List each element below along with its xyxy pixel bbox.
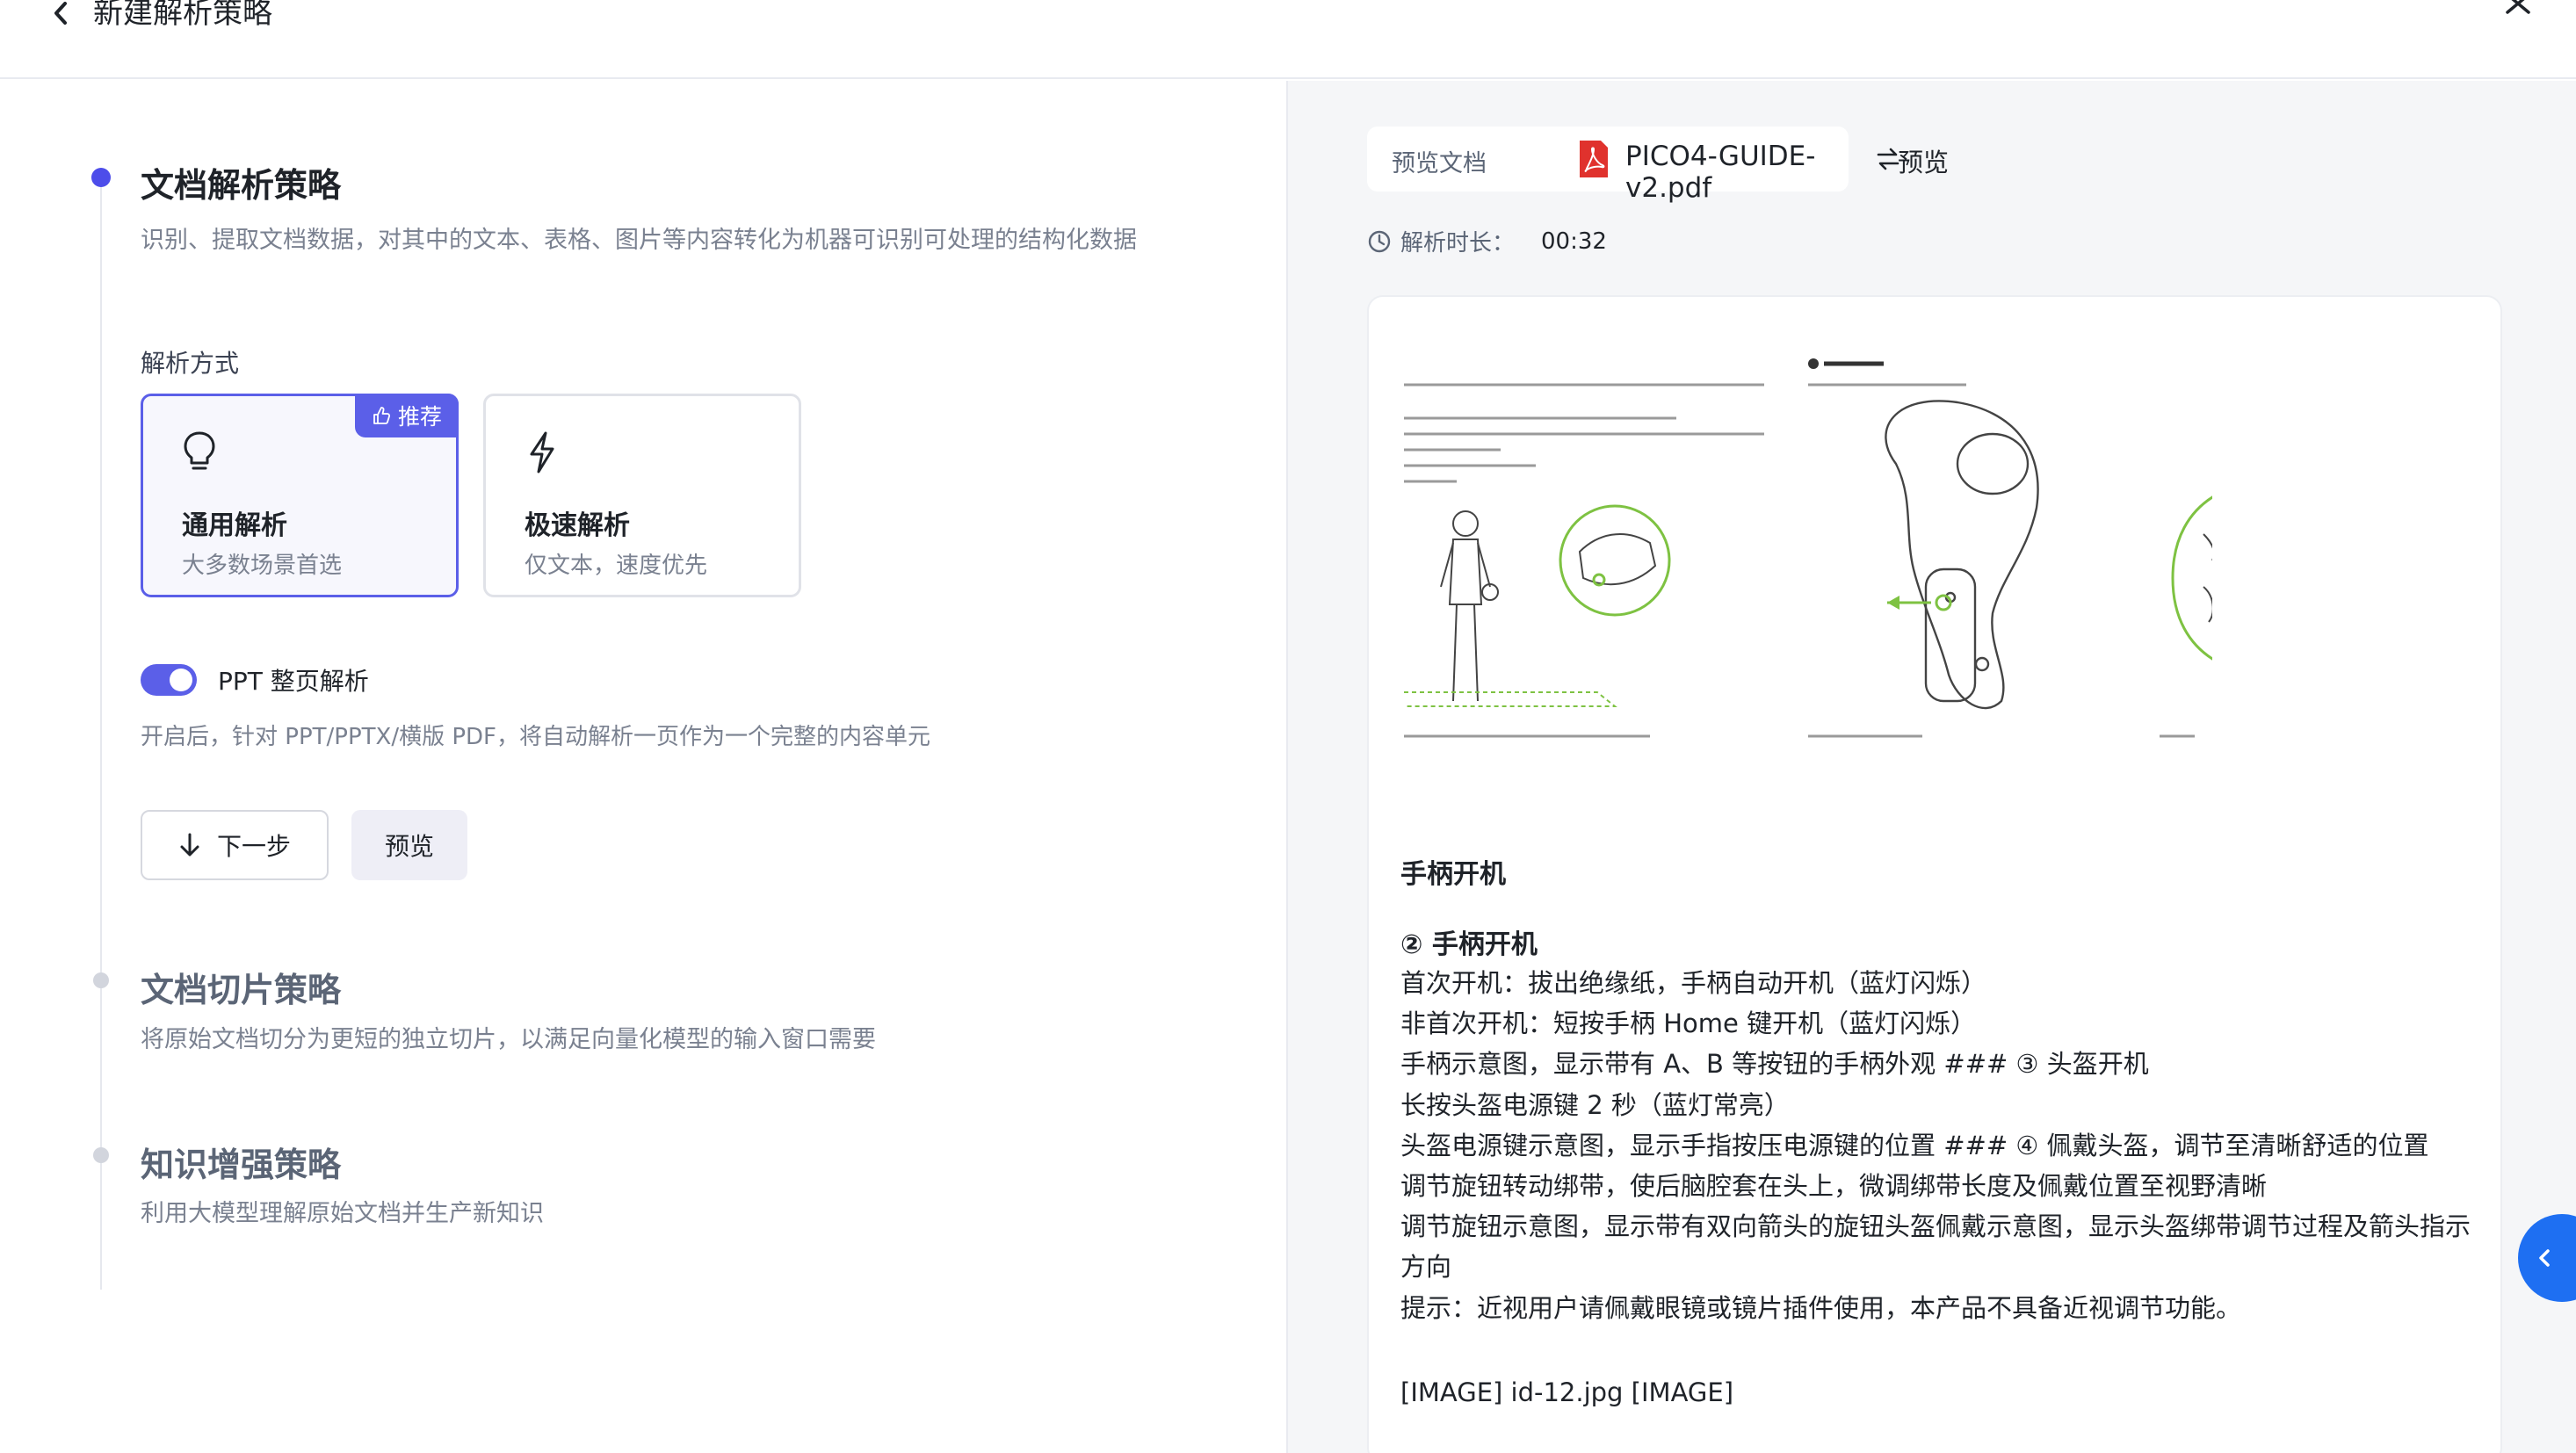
recommend-badge-label: 推荐 — [397, 404, 442, 430]
step-title-parse: 文档解析策略 — [141, 166, 342, 205]
content-line: 非首次开机：短按手柄 Home 键开机（蓝灯闪烁） — [1400, 1008, 1977, 1039]
step-desc-chunk: 将原始文档切分为更短的独立切片，以满足向量化模型的输入窗口需要 — [141, 1026, 876, 1053]
preview-panel: 预览文档 PICO4-GUIDE-v2.pdf 预览 解析时长： 00:32 手… — [1286, 81, 2576, 1453]
close-icon[interactable] — [2502, 0, 2537, 21]
content-line: 手柄示意图，显示带有 A、B 等按钮的手柄外观 ### ③ 头盔开机 — [1400, 1049, 2149, 1080]
strategy-steps-panel: 文档解析策略 识别、提取文档数据，对其中的文本、表格、图片等内容转化为机器可识别… — [0, 81, 1286, 1453]
ppt-page-parse-desc: 开启后，针对 PPT/PPTX/横版 PDF，将自动解析一页作为一个完整的内容单… — [141, 724, 930, 750]
ppt-page-parse-toggle[interactable] — [141, 664, 197, 696]
content-heading-2: ② 手柄开机 — [1400, 929, 1538, 960]
step-title-chunk: 文档切片策略 — [141, 971, 342, 1009]
content-line: 调节旋钮转动绑带，使后脑腔套在头上，微调绑带长度及佩戴位置至视野清晰 — [1400, 1171, 2268, 1202]
content-line: 首次开机：拔出绝缘纸，手柄自动开机（蓝灯闪烁） — [1400, 968, 1987, 998]
arrow-down-icon — [180, 833, 199, 857]
parse-option-fast-title: 极速解析 — [525, 510, 630, 541]
back-arrow-icon[interactable] — [49, 0, 74, 30]
header-bar: 新建解析策略 — [0, 0, 2576, 79]
timeline-line — [100, 179, 102, 1290]
content-line: 头盔电源键示意图，显示手指按压电源键的位置 ### ④ 佩戴头盔，调节至清晰舒适… — [1400, 1130, 2429, 1160]
manual-page-image — [1395, 323, 2212, 763]
document-preview-card: 手柄开机 ② 手柄开机 首次开机：拔出绝缘纸，手柄自动开机（蓝灯闪烁） 非首次开… — [1367, 295, 2502, 1453]
step-dot — [93, 972, 109, 988]
parse-duration-value: 00:32 — [1541, 228, 1607, 255]
toggle-knob — [170, 669, 192, 691]
page-title: 新建解析策略 — [93, 0, 272, 31]
step-title-enhance: 知识增强策略 — [141, 1146, 342, 1184]
ppt-page-parse-label: PPT 整页解析 — [218, 667, 369, 696]
step-desc-enhance: 利用大模型理解原始文档并生产新知识 — [141, 1200, 544, 1227]
parse-option-general[interactable]: 推荐 通用解析 大多数场景首选 — [141, 394, 459, 597]
next-step-label: 下一步 — [216, 832, 291, 861]
parsed-content: 首次开机：拔出绝缘纸，手柄自动开机（蓝灯闪烁） 非首次开机：短按手柄 Home … — [1400, 963, 2472, 1328]
clock-icon — [1368, 230, 1391, 252]
lightning-icon — [530, 431, 554, 473]
step-dot — [93, 1147, 109, 1163]
chevron-left-icon — [2539, 1249, 2550, 1267]
pdf-file-icon — [1580, 141, 1608, 177]
file-name: PICO4-GUIDE-v2.pdf — [1625, 141, 1816, 204]
content-heading-1: 手柄开机 — [1400, 859, 1506, 890]
image-placeholder-tag: [IMAGE] id-12.jpg [IMAGE] — [1400, 1377, 1734, 1407]
step-desc-parse: 识别、提取文档数据，对其中的文本、表格、图片等内容转化为机器可识别可处理的结构化… — [141, 227, 1137, 254]
parse-option-general-title: 通用解析 — [182, 510, 287, 541]
right-preview-link[interactable]: 预览 — [1898, 142, 1949, 179]
parse-duration: 解析时长： 00:32 — [1367, 225, 1607, 257]
step-dot-active — [91, 168, 111, 187]
preview-button[interactable]: 预览 — [351, 810, 467, 880]
parse-option-fast-sub: 仅文本，速度优先 — [525, 553, 708, 579]
content-line: 提示：近视用户请佩戴眼镜或镜片插件使用，本产品不具备近视调节功能。 — [1400, 1292, 2242, 1323]
document-selector[interactable]: 预览文档 PICO4-GUIDE-v2.pdf — [1367, 127, 1899, 204]
next-step-button[interactable]: 下一步 — [141, 810, 329, 880]
preview-doc-label: 预览文档 — [1392, 150, 1487, 177]
lightbulb-icon — [184, 431, 215, 470]
thumbs-up-icon — [373, 407, 391, 424]
parse-duration-label: 解析时长： — [1400, 230, 1516, 257]
parse-option-fast[interactable]: 极速解析 仅文本，速度优先 — [483, 394, 801, 597]
content-line: 长按头盔电源键 2 秒（蓝灯常亮） — [1400, 1089, 1790, 1120]
parse-mode-label: 解析方式 — [141, 349, 240, 378]
content-line: 调节旋钮示意图，显示带有双向箭头的旋钮头盔佩戴示意图，显示头盔绑带调节过程及箭头… — [1400, 1211, 2471, 1283]
parse-option-general-sub: 大多数场景首选 — [182, 553, 343, 579]
recommend-badge: 推荐 — [355, 394, 459, 437]
